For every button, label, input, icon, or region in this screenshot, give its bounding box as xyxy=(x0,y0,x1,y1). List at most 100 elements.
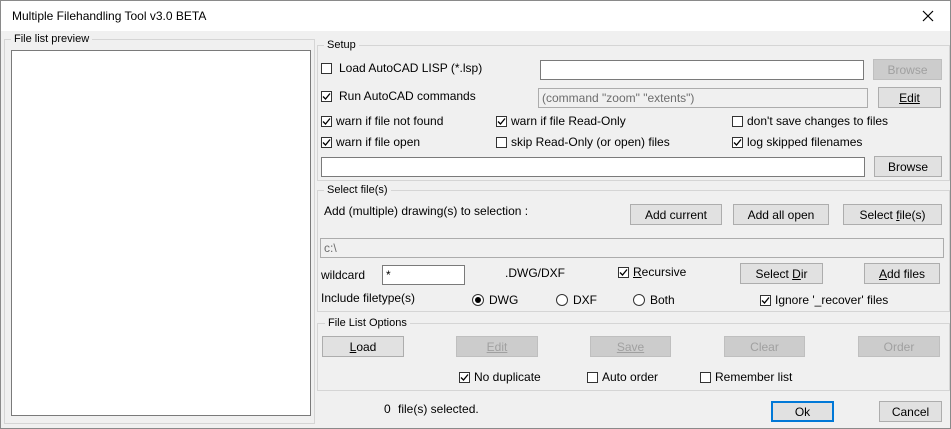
radio-dwg[interactable]: DWG xyxy=(472,293,518,307)
dont-save-label: don't save changes to files xyxy=(747,114,889,128)
filetype-label: Include filetype(s) xyxy=(321,291,416,305)
checkbox-box xyxy=(587,371,598,383)
radio-dxf-label: DXF xyxy=(573,293,597,307)
no-duplicate-label: No duplicate xyxy=(474,370,541,384)
checkmark-icon xyxy=(322,92,331,100)
select-dir-button[interactable]: Select Dir xyxy=(740,263,823,284)
radio-both[interactable]: Both xyxy=(633,293,675,307)
edit-list-label: Edit xyxy=(486,339,508,354)
radio-circle xyxy=(556,294,568,306)
run-commands-checkbox[interactable]: Run AutoCAD commands xyxy=(321,89,476,103)
skip-readonly-checkbox[interactable]: skip Read-Only (or open) files xyxy=(496,135,670,149)
radio-circle xyxy=(633,294,645,306)
checkmark-icon xyxy=(322,138,331,146)
extension-label: .DWG/DXF xyxy=(505,266,565,280)
add-all-open-button[interactable]: Add all open xyxy=(733,204,829,225)
log-skipped-checkbox[interactable]: log skipped filenames xyxy=(732,135,862,149)
no-duplicate-checkbox[interactable]: No duplicate xyxy=(459,370,541,384)
edit-list-button[interactable]: Edit xyxy=(456,336,538,357)
checkbox-box xyxy=(760,294,771,306)
select-files-text-end: ile(s) xyxy=(899,207,926,222)
warn-not-found-label: warn if file not found xyxy=(336,114,444,128)
recursive-checkbox[interactable]: Recursive xyxy=(618,265,686,279)
add-current-button[interactable]: Add current xyxy=(630,204,722,225)
selected-count: 0 xyxy=(384,402,391,416)
wildcard-label: wildcard xyxy=(321,268,366,282)
checkbox-box xyxy=(700,371,711,383)
edit-label: Edit xyxy=(899,90,920,105)
clear-list-button[interactable]: Clear xyxy=(724,336,805,357)
checkbox-box xyxy=(732,115,743,127)
auto-order-checkbox[interactable]: Auto order xyxy=(587,370,658,384)
select-files-text: Select xyxy=(859,207,897,222)
log-skipped-label: log skipped filenames xyxy=(747,135,863,149)
dont-save-checkbox[interactable]: don't save changes to files xyxy=(732,114,888,128)
checkmark-icon xyxy=(497,117,506,125)
remember-list-label: Remember list xyxy=(715,370,793,384)
edit-commands-button[interactable]: Edit xyxy=(878,87,941,108)
dialog-window: Multiple Filehandling Tool v3.0 BETA Fil… xyxy=(0,0,951,429)
select-dir-text: Select xyxy=(755,266,793,281)
recursive-text: ecursive xyxy=(641,265,687,279)
log-path-input[interactable] xyxy=(321,157,865,177)
load-accel: L xyxy=(349,339,357,354)
radio-circle xyxy=(472,294,484,306)
auto-order-label: Auto order xyxy=(602,370,659,384)
add-files-accel: A xyxy=(878,266,887,281)
select-files-label: Select file(s) xyxy=(324,184,391,196)
browse-log-button[interactable]: Browse xyxy=(874,156,942,177)
warn-open-label: warn if file open xyxy=(336,135,421,149)
file-list-label: File list preview xyxy=(11,33,93,45)
load-lisp-checkbox[interactable]: Load AutoCAD LISP (*.lsp) xyxy=(321,61,482,75)
add-files-text: dd files xyxy=(886,266,926,281)
add-files-button[interactable]: Add files xyxy=(864,263,940,284)
window-title: Multiple Filehandling Tool v3.0 BETA xyxy=(12,9,207,23)
selected-count-label: file(s) selected. xyxy=(398,402,479,416)
wildcard-input[interactable]: * xyxy=(382,265,465,285)
ignore-recover-label: Ignore '_recover' files xyxy=(775,293,889,307)
recursive-label: Recursive xyxy=(633,265,686,279)
order-list-button[interactable]: Order xyxy=(858,336,940,357)
file-list-options-label: File List Options xyxy=(325,317,410,329)
remember-list-checkbox[interactable]: Remember list xyxy=(700,370,792,384)
checkbox-box xyxy=(321,90,332,102)
radio-both-label: Both xyxy=(650,293,675,307)
recursive-accel: R xyxy=(633,265,642,279)
warn-readonly-checkbox[interactable]: warn if file Read-Only xyxy=(496,114,626,128)
checkbox-box xyxy=(732,136,743,148)
warn-not-found-checkbox[interactable]: warn if file not found xyxy=(321,114,443,128)
lisp-path-input[interactable] xyxy=(540,60,864,80)
commands-input[interactable]: (command "zoom" "extents") xyxy=(538,88,868,108)
browse-lisp-button[interactable]: Browse xyxy=(873,59,942,80)
checkbox-box xyxy=(321,136,332,148)
save-list-button[interactable]: Save xyxy=(590,336,671,357)
checkmark-icon xyxy=(460,373,469,381)
select-dir-accel: D xyxy=(792,266,801,281)
select-files-button[interactable]: Select f ile(s) xyxy=(843,204,942,225)
ok-button[interactable]: Ok xyxy=(771,401,834,422)
file-list-box[interactable] xyxy=(11,50,311,416)
folder-path-input[interactable]: c:\ xyxy=(320,238,944,258)
checkmark-icon xyxy=(322,117,331,125)
run-commands-label: Run AutoCAD commands xyxy=(339,89,476,103)
checkbox-box xyxy=(459,371,470,383)
load-button[interactable]: Load xyxy=(322,336,404,357)
load-lisp-label: Load AutoCAD LISP (*.lsp) xyxy=(339,61,483,75)
select-dir-text-end: ir xyxy=(800,266,808,281)
save-list-label: Save xyxy=(616,339,645,354)
skip-readonly-label: skip Read-Only (or open) files xyxy=(511,135,670,149)
close-button[interactable] xyxy=(906,1,950,31)
cancel-button[interactable]: Cancel xyxy=(879,401,942,422)
radio-selected-dot xyxy=(475,297,481,303)
checkbox-box xyxy=(321,115,332,127)
setup-label: Setup xyxy=(324,39,359,51)
ignore-recover-checkbox[interactable]: Ignore '_recover' files xyxy=(760,293,888,307)
checkbox-box xyxy=(618,266,629,278)
checkmark-icon xyxy=(761,296,770,304)
checkmark-icon xyxy=(733,138,742,146)
warn-readonly-label: warn if file Read-Only xyxy=(511,114,626,128)
add-drawings-label: Add (multiple) drawing(s) to selection : xyxy=(324,204,529,218)
radio-dxf[interactable]: DXF xyxy=(556,293,597,307)
checkmark-icon xyxy=(619,268,628,276)
warn-open-checkbox[interactable]: warn if file open xyxy=(321,135,420,149)
